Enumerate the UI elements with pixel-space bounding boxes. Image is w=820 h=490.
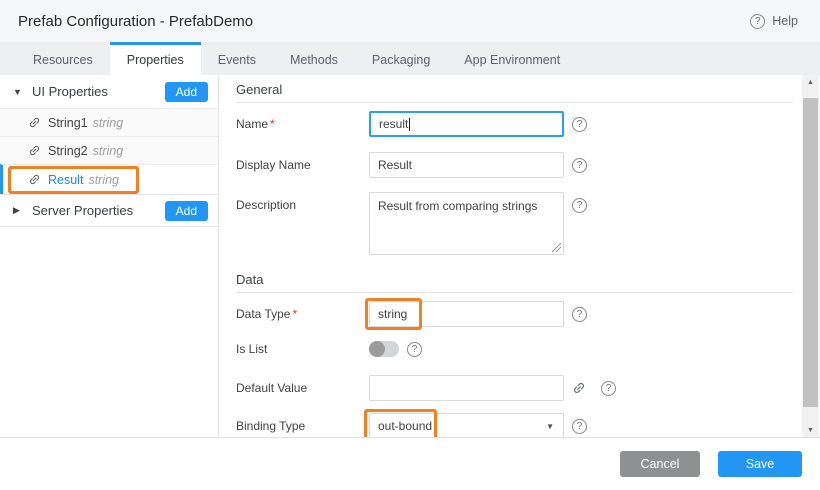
property-name: Result bbox=[48, 173, 83, 187]
default-value-help-icon[interactable]: ? bbox=[601, 381, 616, 396]
is-list-label: Is List bbox=[236, 342, 369, 356]
tab-resources[interactable]: Resources bbox=[16, 42, 110, 75]
dialog-body: ▼ UI Properties Add String1 string Strin… bbox=[0, 75, 820, 437]
tab-methods[interactable]: Methods bbox=[273, 42, 355, 75]
binding-type-label: Binding Type bbox=[236, 419, 369, 433]
display-name-row: Display Name ? bbox=[236, 152, 793, 178]
link-icon bbox=[28, 144, 41, 157]
ui-properties-label: UI Properties bbox=[32, 84, 108, 99]
description-label: Description bbox=[236, 192, 369, 212]
add-server-property-button[interactable]: Add bbox=[165, 201, 208, 221]
is-list-help-icon[interactable]: ? bbox=[407, 342, 422, 357]
property-type: string bbox=[93, 116, 124, 130]
name-label: Name* bbox=[236, 117, 369, 131]
display-name-help-icon[interactable]: ? bbox=[572, 158, 587, 173]
property-type: string bbox=[93, 144, 124, 158]
is-list-toggle[interactable] bbox=[369, 341, 399, 357]
binding-type-help-icon[interactable]: ? bbox=[572, 419, 587, 434]
save-button[interactable]: Save bbox=[718, 451, 802, 477]
required-asterisk: * bbox=[292, 307, 297, 321]
description-help-icon[interactable]: ? bbox=[572, 198, 587, 213]
binding-type-row: Binding Type out-bound ▼ ? bbox=[236, 413, 793, 437]
name-input[interactable]: result bbox=[369, 111, 564, 137]
required-asterisk: * bbox=[270, 117, 275, 131]
chevron-down-icon: ▼ bbox=[13, 87, 23, 97]
tab-packaging[interactable]: Packaging bbox=[355, 42, 447, 75]
page-title: Prefab Configuration - PrefabDemo bbox=[18, 13, 253, 30]
sidebar-item-string1[interactable]: String1 string bbox=[0, 108, 218, 136]
scrollbar-thumb[interactable] bbox=[803, 98, 818, 407]
general-section-heading: General bbox=[236, 79, 793, 103]
ui-properties-header[interactable]: ▼ UI Properties Add bbox=[0, 75, 218, 108]
tab-app-environment[interactable]: App Environment bbox=[447, 42, 577, 75]
default-value-label: Default Value bbox=[236, 381, 369, 395]
default-value-row: Default Value ? bbox=[236, 375, 793, 401]
binding-type-value: out-bound bbox=[378, 419, 432, 433]
tab-events[interactable]: Events bbox=[201, 42, 273, 75]
tab-properties[interactable]: Properties bbox=[110, 42, 201, 75]
data-section-heading: Data bbox=[236, 269, 793, 293]
chevron-right-icon: ▶ bbox=[13, 205, 23, 216]
dropdown-arrow-icon: ▼ bbox=[546, 422, 554, 431]
dialog-footer: Cancel Save bbox=[0, 437, 820, 490]
help-label: Help bbox=[772, 14, 798, 28]
data-type-row: Data Type* ? bbox=[236, 301, 793, 327]
text-caret bbox=[409, 118, 410, 131]
prefab-configuration-dialog: Prefab Configuration - PrefabDemo ? Help… bbox=[0, 0, 820, 490]
property-type: string bbox=[88, 173, 119, 187]
properties-sidebar: ▼ UI Properties Add String1 string Strin… bbox=[0, 75, 219, 437]
description-row: Description Result from comparing string… bbox=[236, 192, 793, 255]
data-type-help-icon[interactable]: ? bbox=[572, 307, 587, 322]
display-name-label: Display Name bbox=[236, 158, 369, 172]
bind-link-icon[interactable] bbox=[572, 381, 586, 395]
help-circle-icon: ? bbox=[750, 14, 765, 29]
description-textarea[interactable]: Result from comparing strings bbox=[369, 192, 564, 255]
server-properties-header[interactable]: ▶ Server Properties Add bbox=[0, 194, 218, 227]
title-bar: Prefab Configuration - PrefabDemo ? Help bbox=[0, 0, 820, 42]
display-name-input[interactable] bbox=[369, 152, 564, 178]
data-type-input[interactable] bbox=[369, 301, 564, 327]
is-list-row: Is List ? bbox=[236, 341, 793, 357]
vertical-scrollbar[interactable]: ▲ ▼ bbox=[802, 75, 819, 437]
name-row: Name* result ? bbox=[236, 111, 793, 137]
property-name: String2 bbox=[48, 144, 88, 158]
sidebar-item-result[interactable]: Result string bbox=[0, 164, 218, 194]
scroll-down-icon[interactable]: ▼ bbox=[802, 423, 819, 437]
server-properties-label: Server Properties bbox=[32, 203, 133, 218]
cancel-button[interactable]: Cancel bbox=[620, 451, 700, 477]
link-icon bbox=[28, 173, 41, 186]
binding-type-select[interactable]: out-bound ▼ bbox=[369, 413, 564, 437]
help-link[interactable]: ? Help bbox=[750, 14, 798, 29]
data-type-label: Data Type* bbox=[236, 307, 369, 321]
property-form: General Name* result ? Display Name ? bbox=[219, 75, 820, 437]
default-value-input[interactable] bbox=[369, 375, 564, 401]
link-icon bbox=[28, 116, 41, 129]
add-ui-property-button[interactable]: Add bbox=[165, 82, 208, 102]
toggle-knob bbox=[369, 341, 385, 357]
sidebar-item-string2[interactable]: String2 string bbox=[0, 136, 218, 164]
tab-bar: Resources Properties Events Methods Pack… bbox=[0, 42, 820, 75]
name-help-icon[interactable]: ? bbox=[572, 117, 587, 132]
scroll-up-icon[interactable]: ▲ bbox=[802, 75, 819, 89]
property-name: String1 bbox=[48, 116, 88, 130]
